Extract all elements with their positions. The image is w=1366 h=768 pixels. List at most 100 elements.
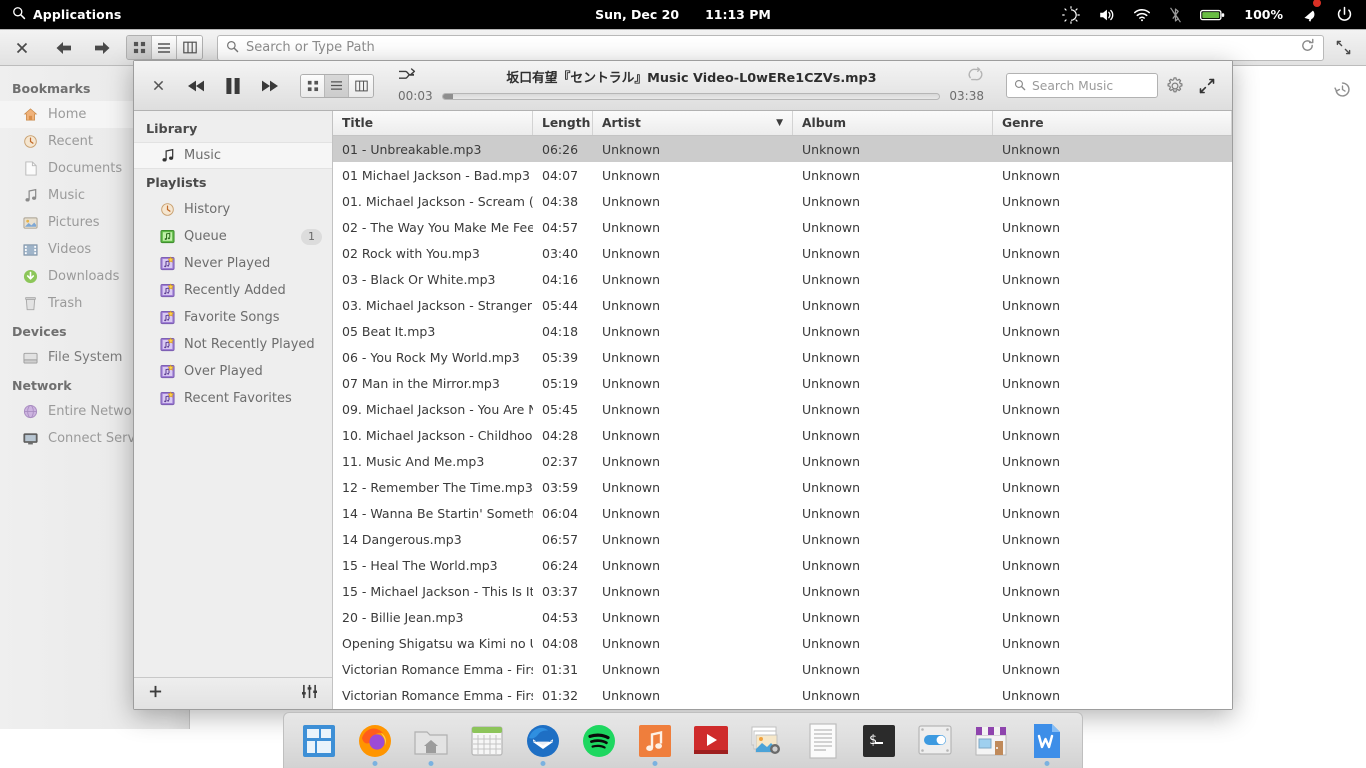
cell-title: 20 - Billie Jean.mp3 — [342, 609, 464, 625]
table-row[interactable]: 03. Michael Jackson - Stranger in N 05:44… — [333, 292, 1232, 318]
table-row[interactable]: 12 - Remember The Time.mp3 03:59 Unknown Un… — [333, 474, 1232, 500]
next-track-icon[interactable] — [252, 69, 286, 103]
dock-item-image-viewer[interactable] — [744, 718, 790, 764]
table-row[interactable]: Opening Shigatsu wa Kimi no Uso.n 04:08 Un… — [333, 630, 1232, 656]
table-row[interactable]: 01. Michael Jackson - Scream (duet 04:38 U… — [333, 188, 1232, 214]
table-row[interactable]: 15 - Michael Jackson - This Is It.mp3 03:… — [333, 578, 1232, 604]
previous-track-icon[interactable] — [180, 69, 214, 103]
bluetooth-disabled-icon[interactable] — [1168, 0, 1183, 29]
column-view-icon[interactable] — [177, 36, 202, 59]
pause-icon[interactable] — [216, 69, 250, 103]
power-icon[interactable] — [1336, 0, 1353, 29]
app-grid-icon — [299, 721, 339, 761]
dock-item-music-player[interactable] — [632, 718, 678, 766]
terminal-icon: $ — [859, 721, 899, 761]
table-row[interactable]: 15 - Heal The World.mp3 06:24 Unknown Unkno… — [333, 552, 1232, 578]
list-view-icon[interactable] — [325, 74, 349, 97]
path-search-input[interactable]: Search or Type Path — [217, 34, 1324, 61]
table-row[interactable]: 11. Music And Me.mp3 02:37 Unknown Unknown U… — [333, 448, 1232, 474]
playlist-item-history[interactable]: History — [134, 196, 332, 223]
close-icon[interactable] — [144, 72, 172, 100]
history-clock-icon[interactable] — [1333, 80, 1352, 103]
playlist-item-queue[interactable]: Queue 1 — [134, 223, 332, 250]
grid-view-icon[interactable] — [301, 74, 325, 97]
volume-icon[interactable] — [1097, 0, 1116, 29]
cell-length: 04:53 — [542, 609, 579, 625]
playlist-item-not-recently-played[interactable]: Not Recently Played — [134, 331, 332, 358]
clock-date[interactable]: Sun, Dec 20 — [595, 7, 679, 22]
dock-item-terminal[interactable]: $ — [856, 718, 902, 764]
cell-album: Unknown — [802, 583, 861, 599]
back-arrow-icon[interactable] — [50, 35, 78, 61]
applications-menu-button[interactable]: Applications — [0, 0, 133, 29]
brightness-icon[interactable] — [1062, 0, 1081, 29]
clock-time[interactable]: 11:13 PM — [705, 7, 771, 22]
dock-item-settings[interactable] — [912, 718, 958, 764]
fullscreen-expand-icon[interactable] — [1192, 71, 1222, 101]
dock-item-software-store[interactable] — [968, 718, 1014, 764]
dock-item-app-grid[interactable] — [296, 718, 342, 764]
cell-album: Unknown — [802, 635, 861, 651]
battery-icon[interactable] — [1200, 0, 1225, 29]
table-row[interactable]: 06 - You Rock My World.mp3 05:39 Unknown Un… — [333, 344, 1232, 370]
dock-item-calendar[interactable] — [464, 718, 510, 764]
music-search-input[interactable]: Search Music — [1006, 73, 1158, 98]
forward-arrow-icon[interactable] — [88, 35, 116, 61]
table-row[interactable]: 02 - The Way You Make Me Feel.m 04:57 Unkn… — [333, 214, 1232, 240]
table-row[interactable]: 05 Beat It.mp3 04:18 Unknown Unknown Unknown — [333, 318, 1232, 344]
dock-item-firefox[interactable] — [352, 718, 398, 766]
dock-item-wps-writer[interactable] — [1024, 718, 1070, 766]
list-view-icon[interactable] — [152, 36, 177, 59]
table-row[interactable]: 03 - Black Or White.mp3 04:16 Unknown Unkno… — [333, 266, 1232, 292]
dock-item-text-editor[interactable] — [800, 718, 846, 764]
music-note-app-icon — [635, 721, 675, 761]
table-row[interactable]: Victorian Romance Emma - First Ac 01:32 Un… — [333, 682, 1232, 708]
column-header-artist[interactable]: Artist ▼ — [593, 111, 793, 135]
running-indicator — [652, 760, 658, 766]
reload-icon[interactable] — [1300, 38, 1315, 57]
playlist-item-never-played[interactable]: Never Played — [134, 250, 332, 277]
playlist-item-recently-added[interactable]: Recently Added — [134, 277, 332, 304]
table-row[interactable]: 07 Man in the Mirror.mp3 05:19 Unknown Unkn… — [333, 370, 1232, 396]
playlist-item-label: Not Recently Played — [184, 337, 315, 352]
restore-window-icon[interactable] — [1328, 35, 1358, 61]
dock-item-spotify[interactable] — [576, 718, 622, 764]
sidebar-item-label: Videos — [48, 242, 92, 257]
cell-artist: Unknown — [602, 453, 661, 469]
column-header-length[interactable]: Length — [533, 111, 593, 135]
repeat-icon[interactable] — [967, 66, 984, 86]
shuffle-icon[interactable] — [398, 67, 416, 86]
table-row[interactable]: 20 - Billie Jean.mp3 04:53 Unknown Unknown U… — [333, 604, 1232, 630]
sidebar-item-label: Documents — [48, 161, 123, 176]
column-header-title[interactable]: Title — [333, 111, 533, 135]
grid-view-icon[interactable] — [127, 36, 152, 59]
table-row[interactable]: 14 - Wanna Be Startin' Somethin'.n 06:04 U… — [333, 500, 1232, 526]
cell-genre: Unknown — [1002, 609, 1061, 625]
equalizer-icon[interactable] — [301, 684, 318, 703]
playlist-item-favorite-songs[interactable]: Favorite Songs — [134, 304, 332, 331]
gear-icon[interactable] — [1160, 71, 1190, 101]
column-view-icon[interactable] — [349, 74, 373, 97]
column-header-genre[interactable]: Genre — [993, 111, 1232, 135]
notification-bell-icon[interactable] — [1300, 0, 1321, 29]
column-header-album[interactable]: Album — [793, 111, 993, 135]
close-icon[interactable] — [8, 35, 36, 61]
cell-artist: Unknown — [602, 609, 661, 625]
wifi-icon[interactable] — [1133, 0, 1151, 29]
dock-item-video-player[interactable] — [688, 718, 734, 764]
table-row[interactable]: 14 Dangerous.mp3 06:57 Unknown Unknown Unkno… — [333, 526, 1232, 552]
playlist-item-music[interactable]: Music — [134, 142, 332, 169]
playlist-item-over-played[interactable]: Over Played — [134, 358, 332, 385]
playlist-item-recent-favorites[interactable]: Recent Favorites — [134, 385, 332, 412]
table-row[interactable]: 09. Michael Jackson - You Are Not 05:45 U… — [333, 396, 1232, 422]
table-row[interactable]: 10. Michael Jackson - Childhood (th 04:28… — [333, 422, 1232, 448]
table-row[interactable]: Victorian Romance Emma - First Ac 01:31 Un… — [333, 656, 1232, 682]
table-row[interactable]: 01 Michael Jackson - Bad.mp3 04:07 Unknown… — [333, 162, 1232, 188]
plus-icon[interactable] — [148, 684, 163, 703]
seek-slider[interactable] — [441, 92, 941, 100]
dock-item-file-manager[interactable] — [408, 718, 454, 766]
now-playing-top-row: 坂口有望『セントラル』Music Video-L0wERe1CZVs.mp3 — [398, 66, 984, 86]
table-row[interactable]: 02 Rock with You.mp3 03:40 Unknown Unknown U… — [333, 240, 1232, 266]
table-row[interactable]: 01 - Unbreakable.mp3 06:26 Unknown Unknown U… — [333, 136, 1232, 162]
dock-item-thunderbird[interactable] — [520, 718, 566, 766]
